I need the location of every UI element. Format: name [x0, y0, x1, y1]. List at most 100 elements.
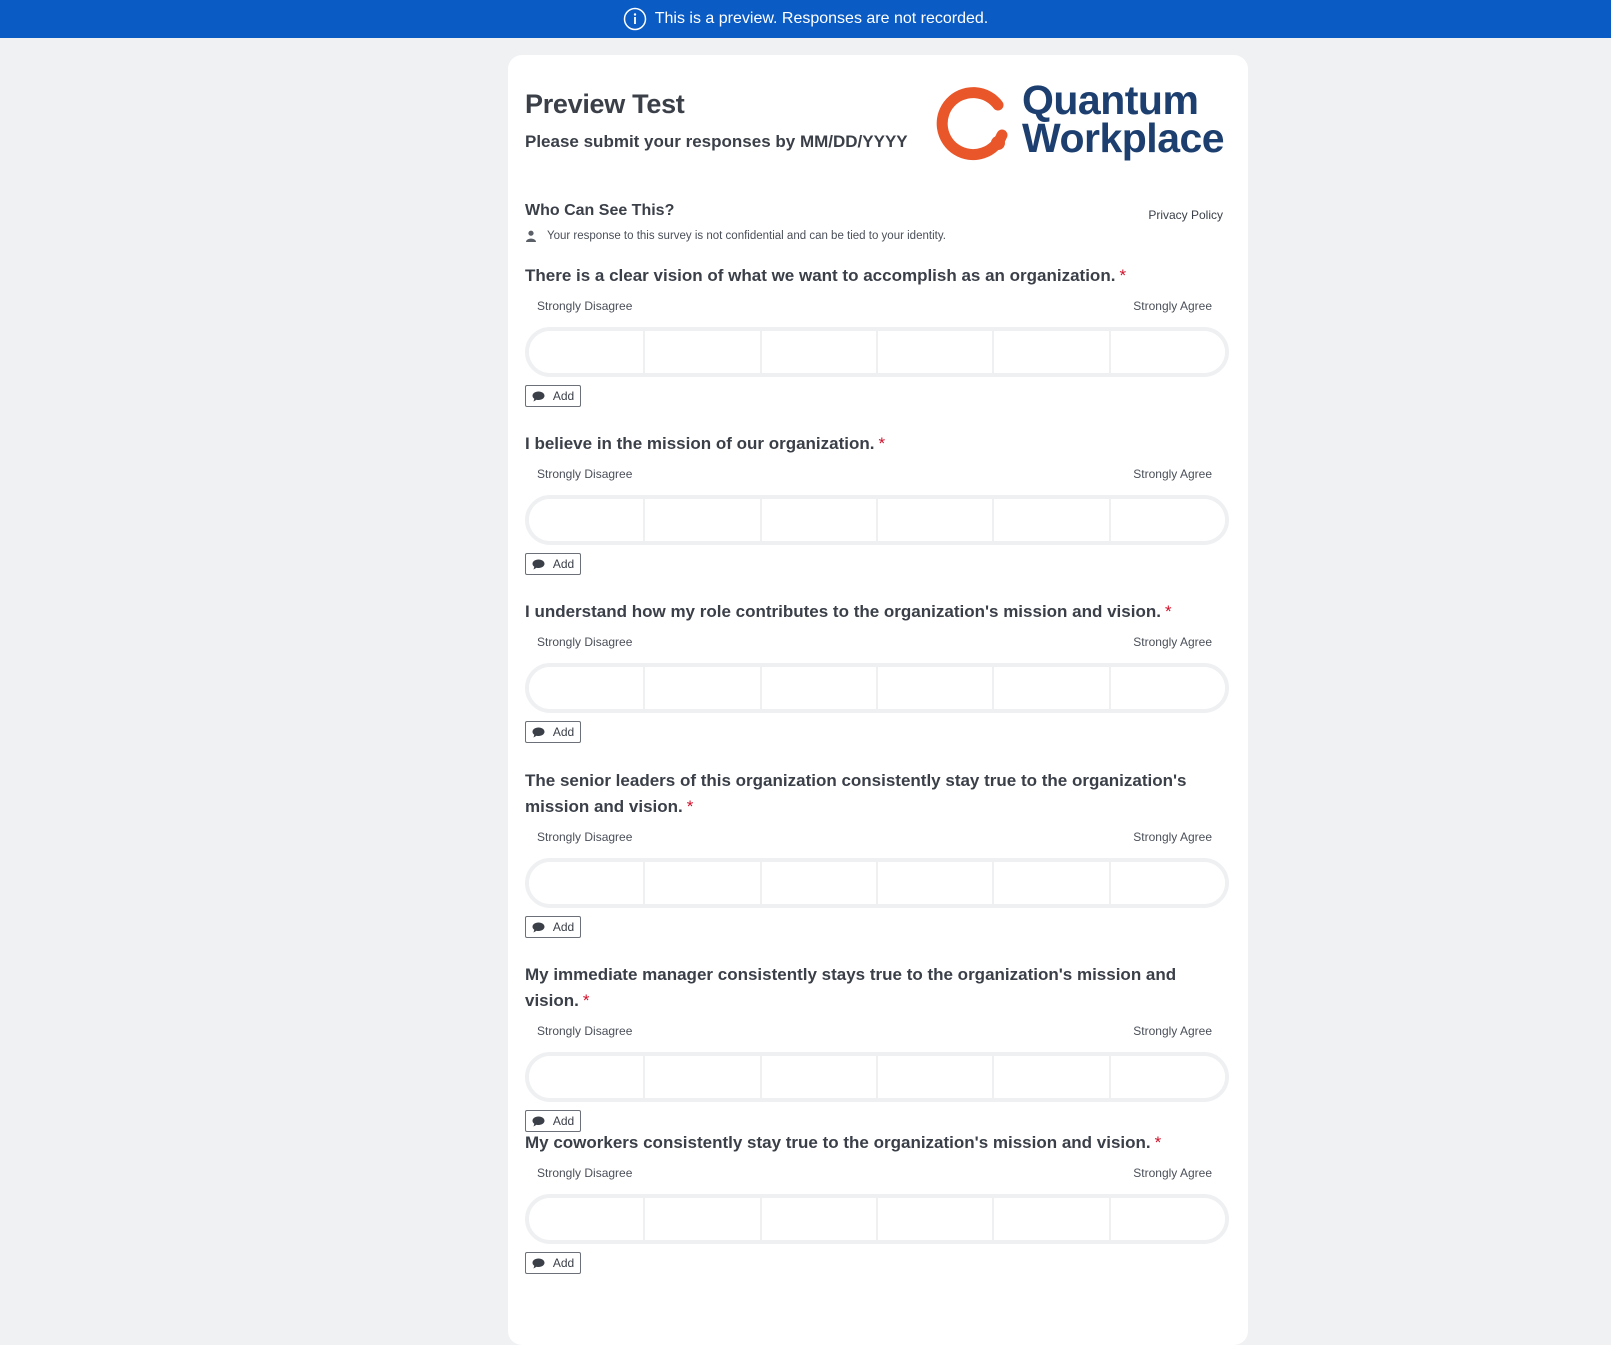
add-comment-button[interactable]: Add: [525, 1252, 581, 1274]
add-comment-button[interactable]: Add: [525, 553, 581, 575]
question-label: I understand how my role contributes to …: [525, 602, 1161, 621]
rating-option-1[interactable]: [529, 331, 646, 373]
rating-option-5[interactable]: [994, 667, 1111, 709]
rating-option-2[interactable]: [645, 1056, 762, 1098]
logo-wordmark: Quantum Workplace: [1022, 80, 1225, 161]
scale-label-left: Strongly Disagree: [537, 1024, 633, 1038]
rating-option-6[interactable]: [1110, 1198, 1225, 1240]
question-block: The senior leaders of this organization …: [525, 768, 1230, 938]
required-marker: *: [1119, 266, 1127, 285]
rating-scale: [525, 1052, 1229, 1102]
scale-labels: Strongly Disagree Strongly Agree: [525, 1024, 1230, 1044]
company-logo: Quantum Workplace: [936, 80, 1226, 165]
scale-label-right: Strongly Agree: [1133, 635, 1212, 649]
add-comment-label: Add: [552, 389, 575, 403]
rating-option-1[interactable]: [529, 862, 646, 904]
question-text: The senior leaders of this organization …: [525, 768, 1230, 820]
question-label: I believe in the mission of our organiza…: [525, 434, 875, 453]
rating-option-5[interactable]: [994, 1198, 1111, 1240]
add-comment-label: Add: [552, 920, 575, 934]
scale-label-left: Strongly Disagree: [537, 1166, 633, 1180]
preview-banner: This is a preview. Responses are not rec…: [0, 0, 1611, 38]
privacy-heading: Who Can See This?: [525, 202, 675, 219]
scale-label-right: Strongly Agree: [1133, 1166, 1212, 1180]
question-text: My coworkers consistently stay true to t…: [525, 1130, 1230, 1156]
rating-option-1[interactable]: [529, 667, 646, 709]
logo-mark-icon: [936, 87, 1008, 161]
banner-text: This is a preview. Responses are not rec…: [654, 10, 989, 27]
required-marker: *: [1164, 602, 1172, 621]
rating-option-1[interactable]: [529, 1056, 646, 1098]
rating-option-2[interactable]: [645, 499, 762, 541]
rating-scale: [525, 495, 1229, 545]
rating-option-4[interactable]: [877, 1198, 995, 1240]
rating-scale: [525, 1194, 1229, 1244]
rating-option-5[interactable]: [994, 1056, 1111, 1098]
add-comment-label: Add: [552, 1114, 575, 1128]
add-comment-button[interactable]: Add: [525, 916, 581, 938]
rating-option-1[interactable]: [529, 1198, 646, 1240]
rating-option-6[interactable]: [1110, 499, 1225, 541]
survey-card: Preview Test Please submit your response…: [508, 55, 1248, 1345]
rating-option-2[interactable]: [645, 862, 762, 904]
scale-labels: Strongly Disagree Strongly Agree: [525, 830, 1230, 850]
required-marker: *: [878, 434, 886, 453]
rating-option-4[interactable]: [877, 1056, 995, 1098]
rating-scale: [525, 858, 1229, 908]
survey-title: Preview Test: [525, 89, 685, 119]
info-icon: [623, 7, 646, 31]
rating-option-6[interactable]: [1110, 667, 1225, 709]
required-marker: *: [686, 797, 694, 816]
question-text: I understand how my role contributes to …: [525, 599, 1230, 625]
add-comment-button[interactable]: Add: [525, 721, 581, 743]
rating-option-4[interactable]: [877, 331, 995, 373]
question-label: There is a clear vision of what we want …: [525, 266, 1116, 285]
question-block: I understand how my role contributes to …: [525, 599, 1230, 743]
comment-icon: [532, 559, 545, 569]
privacy-policy-link[interactable]: Privacy Policy: [1148, 208, 1223, 222]
rating-option-2[interactable]: [645, 1198, 762, 1240]
scale-label-right: Strongly Agree: [1133, 830, 1212, 844]
rating-option-3[interactable]: [761, 499, 878, 541]
comment-icon: [532, 391, 545, 401]
question-label: My immediate manager consistently stays …: [525, 965, 1177, 1010]
question-block: My immediate manager consistently stays …: [525, 962, 1230, 1132]
logo-line-2: Workplace: [1022, 115, 1225, 161]
question-text: There is a clear vision of what we want …: [525, 263, 1230, 289]
rating-option-3[interactable]: [761, 1056, 878, 1098]
rating-option-3[interactable]: [761, 1198, 878, 1240]
rating-option-4[interactable]: [877, 862, 995, 904]
rating-option-3[interactable]: [761, 331, 878, 373]
rating-option-5[interactable]: [994, 331, 1111, 373]
question-block: I believe in the mission of our organiza…: [525, 431, 1230, 575]
scale-label-right: Strongly Agree: [1133, 1024, 1212, 1038]
rating-option-4[interactable]: [877, 667, 995, 709]
privacy-note: Your response to this survey is not conf…: [525, 230, 946, 242]
add-comment-button[interactable]: Add: [525, 1110, 581, 1132]
survey-subtitle: Please submit your responses by MM/DD/YY…: [525, 132, 908, 151]
rating-option-1[interactable]: [529, 499, 646, 541]
add-comment-label: Add: [552, 557, 575, 571]
rating-option-2[interactable]: [645, 331, 762, 373]
rating-option-2[interactable]: [645, 667, 762, 709]
add-comment-button[interactable]: Add: [525, 385, 581, 407]
scale-labels: Strongly Disagree Strongly Agree: [525, 467, 1230, 487]
rating-scale: [525, 327, 1229, 377]
rating-option-6[interactable]: [1110, 331, 1225, 373]
rating-option-5[interactable]: [994, 499, 1111, 541]
question-text: I believe in the mission of our organiza…: [525, 431, 1230, 457]
privacy-note-text: Your response to this survey is not conf…: [547, 230, 946, 242]
rating-option-5[interactable]: [994, 862, 1111, 904]
rating-option-3[interactable]: [761, 862, 878, 904]
scale-label-right: Strongly Agree: [1133, 467, 1212, 481]
rating-option-6[interactable]: [1110, 862, 1225, 904]
question-label: My coworkers consistently stay true to t…: [525, 1133, 1151, 1152]
rating-option-3[interactable]: [761, 667, 878, 709]
scale-label-right: Strongly Agree: [1133, 299, 1212, 313]
comment-icon: [532, 1258, 545, 1268]
comment-icon: [532, 922, 545, 932]
scale-labels: Strongly Disagree Strongly Agree: [525, 1166, 1230, 1186]
rating-option-4[interactable]: [877, 499, 995, 541]
add-comment-label: Add: [552, 1256, 575, 1270]
rating-option-6[interactable]: [1110, 1056, 1225, 1098]
